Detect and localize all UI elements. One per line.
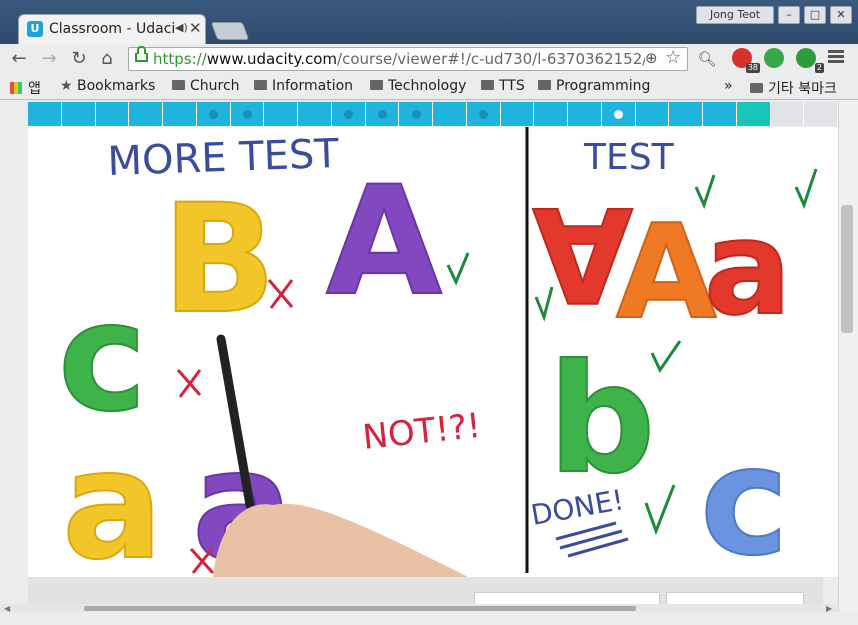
udacity-favicon-icon: U [27, 21, 43, 37]
folder-icon [172, 80, 185, 90]
underline-strokes [555, 521, 629, 558]
progress-segment[interactable] [163, 102, 197, 126]
browser-toolbar: ← → ↻ ⌂ https://www.udacity.com/course/v… [0, 44, 858, 74]
vertical-scroll-thumb[interactable] [841, 205, 853, 333]
progress-segment[interactable] [196, 102, 231, 126]
current-position-dot [614, 110, 624, 119]
letter-a-red: a [704, 192, 792, 344]
right-heading: TEST [583, 137, 675, 178]
progress-segment[interactable] [264, 102, 298, 126]
progress-dot [242, 110, 252, 119]
profile-name-badge[interactable]: Jong Teot [696, 6, 774, 24]
search-extension-icon[interactable]: 🔍︎ [696, 48, 718, 70]
bookmark-church[interactable]: Church [172, 78, 240, 94]
progress-segment[interactable] [601, 102, 636, 126]
progress-dot [479, 110, 489, 119]
bookmark-apps[interactable]: 앱 [10, 78, 41, 98]
bookmark-technology[interactable]: Technology [370, 78, 466, 94]
letter-b-green: b [548, 333, 655, 507]
check-mark-a [446, 252, 470, 286]
progress-segment[interactable] [61, 102, 96, 126]
scroll-left-arrow-icon[interactable]: ◀ [4, 604, 10, 613]
progress-segment[interactable] [804, 102, 838, 126]
bookmarks-bar: 앱 ★ Bookmarks Church Information Technol… [0, 74, 858, 100]
evernote-extension-icon[interactable]: 2 [796, 48, 824, 73]
folder-icon [750, 83, 763, 93]
address-bar[interactable]: https://www.udacity.com/course/viewer#!/… [128, 46, 688, 71]
progress-segment[interactable] [770, 102, 805, 126]
progress-segment[interactable] [365, 102, 400, 126]
progress-segment[interactable] [703, 102, 737, 126]
url-text[interactable]: https://www.udacity.com/course/viewer#!/… [153, 50, 645, 68]
tab-title: Classroom - Udacity [49, 21, 175, 37]
zoom-icon[interactable]: ⊕ [645, 49, 658, 67]
vertical-scrollbar[interactable] [838, 100, 858, 612]
lesson-page: MORE TEST TEST B A c a a NOT!?! A A a b … [0, 100, 858, 625]
progress-segment[interactable] [466, 102, 501, 126]
progress-dot [411, 110, 421, 119]
progress-segment[interactable] [669, 102, 703, 126]
progress-segment[interactable] [736, 102, 771, 126]
star-icon: ★ [60, 78, 73, 94]
bookmarks-overflow-chevron[interactable]: » [724, 78, 733, 94]
forward-arrow-icon[interactable]: → [38, 48, 60, 70]
progress-dot [209, 110, 219, 119]
bookmark-tts[interactable]: TTS [481, 78, 525, 94]
home-icon[interactable]: ⌂ [96, 48, 118, 70]
apps-grid-icon [10, 82, 22, 94]
folder-icon [538, 80, 551, 90]
bookmark-information[interactable]: Information [254, 78, 353, 94]
letter-b-yellow: B [162, 173, 276, 347]
progress-segment[interactable] [534, 102, 568, 126]
bookmark-programming[interactable]: Programming [538, 78, 650, 94]
progress-segment[interactable] [95, 102, 130, 126]
presenter-hand [213, 503, 468, 577]
progress-segment[interactable] [298, 102, 332, 126]
window-close-icon[interactable]: ✕ [830, 6, 852, 24]
reload-icon[interactable]: ↻ [68, 48, 90, 70]
progress-segment[interactable] [568, 102, 602, 126]
progress-segment[interactable] [500, 102, 535, 126]
new-tab-button[interactable] [210, 22, 250, 40]
horizontal-scroll-thumb[interactable] [84, 606, 636, 611]
progress-segment[interactable] [331, 102, 366, 126]
rss-extension-icon[interactable]: 38 [732, 48, 760, 73]
progress-segment[interactable] [635, 102, 670, 126]
lesson-video[interactable]: MORE TEST TEST B A c a a NOT!?! A A a b … [28, 127, 838, 577]
progress-segment[interactable] [230, 102, 265, 126]
audio-playing-icon[interactable]: ◀) [175, 21, 188, 34]
folder-icon [370, 80, 383, 90]
minimize-icon[interactable]: – [778, 6, 800, 24]
letter-c-blue: c [700, 415, 789, 577]
extension-badge: 38 [745, 63, 760, 73]
progress-segment[interactable] [433, 102, 467, 126]
maximize-icon[interactable]: □ [804, 6, 826, 24]
bookmark-bookmarks[interactable]: ★ Bookmarks [60, 78, 155, 94]
bookmark-other[interactable]: 기타 북마크 [750, 78, 837, 98]
progress-segment[interactable] [399, 102, 433, 126]
tab-close-icon[interactable]: ✕ [189, 19, 202, 37]
back-arrow-icon[interactable]: ← [8, 48, 30, 70]
scroll-right-arrow-icon[interactable]: ▶ [826, 604, 832, 613]
letter-a-yellow: a [62, 419, 163, 577]
window-titlebar: U Classroom - Udacity ◀) ✕ Jong Teot – □… [0, 0, 858, 44]
progress-segment[interactable] [28, 102, 62, 126]
whiteboard-drawing: MORE TEST TEST B A c a a NOT!?! A A a b … [57, 127, 818, 577]
folder-icon [254, 80, 267, 90]
chrome-menu-icon[interactable] [828, 50, 844, 64]
letter-a-purple: A [326, 155, 442, 329]
extension-badge: 2 [814, 63, 824, 73]
folder-icon [481, 80, 494, 90]
not-note: NOT!?! [361, 406, 483, 458]
letter-a-orange: A [616, 196, 717, 348]
lesson-progress-bar [28, 102, 838, 126]
progress-segment[interactable] [129, 102, 163, 126]
bookmark-star-icon[interactable]: ☆ [665, 47, 681, 68]
tab-classroom[interactable]: U Classroom - Udacity ◀) ✕ [18, 14, 206, 44]
secure-lock-icon [135, 46, 148, 62]
progress-dot [377, 110, 387, 119]
green-extension-icon[interactable] [764, 48, 784, 68]
progress-dot [344, 110, 354, 119]
